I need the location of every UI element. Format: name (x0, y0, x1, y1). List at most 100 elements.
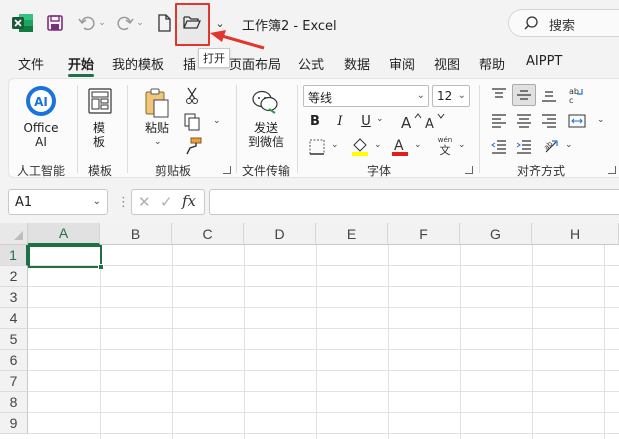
new-file-icon[interactable] (153, 12, 175, 34)
paste-dropdown-icon[interactable]: ⌄ (154, 137, 162, 147)
svg-text:ab: ab (569, 87, 579, 96)
grid-hline (28, 370, 619, 371)
copy-icon[interactable] (184, 113, 200, 131)
worksheet-grid[interactable]: ABCDEFGH 123456789 (0, 223, 619, 439)
tab-insert[interactable]: 插 (183, 54, 196, 73)
office-ai-button[interactable]: Office AI (23, 121, 59, 149)
increase-indent-icon[interactable] (514, 137, 534, 157)
row-header[interactable]: 6 (0, 350, 28, 371)
save-icon[interactable] (44, 12, 66, 34)
open-folder-icon[interactable] (181, 11, 203, 33)
tab-review[interactable]: 审阅 (389, 54, 415, 73)
font-launcher-icon[interactable] (465, 166, 473, 174)
align-top-icon[interactable] (489, 85, 509, 105)
more-options-icon[interactable]: ⋮ (117, 195, 130, 210)
row-header[interactable]: 4 (0, 308, 28, 329)
align-launcher-icon[interactable] (608, 166, 616, 174)
phonetic-dropdown-icon[interactable]: ⌄ (458, 140, 466, 150)
column-header[interactable]: D (244, 223, 316, 245)
tab-view[interactable]: 视图 (434, 54, 460, 73)
template-icon[interactable] (87, 87, 113, 115)
undo-icon[interactable] (76, 12, 98, 34)
tab-home[interactable]: 开始 (68, 54, 94, 73)
row-header[interactable]: 9 (0, 413, 28, 434)
fill-color-icon[interactable] (350, 135, 370, 157)
grid-hline (28, 433, 619, 434)
borders-dropdown-icon[interactable]: ⌄ (331, 140, 339, 150)
column-header[interactable]: H (532, 223, 619, 245)
grid-vline (244, 245, 245, 439)
format-painter-icon[interactable] (184, 137, 202, 155)
undo-dropdown-icon[interactable]: ⌄ (96, 12, 108, 34)
column-header[interactable]: E (316, 223, 388, 245)
column-header[interactable]: F (388, 223, 460, 245)
tab-data[interactable]: 数据 (344, 54, 370, 73)
decrease-font-size-icon[interactable]: A (424, 111, 446, 131)
font-name-select[interactable]: 等线 ⌄ (303, 85, 429, 107)
row-header[interactable]: 2 (0, 266, 28, 287)
formula-input[interactable] (209, 189, 619, 215)
tab-aippt[interactable]: AIPPT (526, 54, 562, 69)
row-header[interactable]: 1 (0, 245, 28, 266)
copy-dropdown-icon[interactable]: ⌄ (213, 116, 221, 126)
name-box[interactable]: A1 ⌄ (8, 189, 108, 215)
bold-button[interactable]: B (306, 111, 324, 131)
column-header[interactable]: G (460, 223, 532, 245)
paste-icon[interactable] (143, 87, 171, 119)
confirm-icon[interactable]: ✓ (160, 193, 173, 211)
decrease-indent-icon[interactable] (489, 137, 509, 157)
redo-dropdown-icon[interactable]: ⌄ (134, 12, 146, 34)
font-color-dropdown-icon[interactable]: ⌄ (414, 140, 422, 150)
template-label-1: 模 (92, 121, 105, 135)
column-header[interactable]: C (172, 223, 244, 245)
align-center-icon[interactable] (514, 111, 534, 131)
ribbon: AI Office AI 人工智能 模 板 模板 粘贴 ⌄ ⌄ 剪贴板 发送 到… (8, 78, 619, 178)
align-bottom-icon[interactable] (539, 85, 559, 105)
fill-color-dropdown-icon[interactable]: ⌄ (374, 140, 382, 150)
underline-dropdown-icon[interactable]: ⌄ (376, 114, 384, 124)
font-size-select[interactable]: 12 ⌄ (432, 85, 470, 107)
select-all-corner[interactable] (0, 223, 28, 245)
cut-icon[interactable] (184, 87, 200, 105)
active-cell[interactable] (28, 245, 102, 268)
template-button[interactable]: 模 板 (89, 121, 109, 149)
cancel-icon[interactable]: ✕ (138, 193, 151, 211)
row-header[interactable]: 5 (0, 329, 28, 350)
clipboard-launcher-icon[interactable] (223, 166, 231, 174)
fill-handle[interactable] (98, 264, 104, 270)
orientation-dropdown-icon[interactable]: ⌄ (565, 140, 573, 150)
office-ai-label-1: Office (23, 121, 59, 135)
orientation-icon[interactable]: ab (541, 135, 563, 157)
send-to-wechat-button[interactable]: 发送 到微信 (246, 121, 286, 149)
tab-file[interactable]: 文件 (18, 54, 44, 73)
column-header[interactable]: A (28, 223, 100, 245)
tab-my-templates[interactable]: 我的模板 (112, 54, 164, 73)
insert-function-button[interactable]: fx (182, 192, 196, 210)
wechat-send-icon[interactable] (251, 89, 279, 115)
column-header[interactable]: B (100, 223, 172, 245)
office-ai-icon[interactable]: AI (25, 85, 57, 117)
wrap-text-icon[interactable]: ab c (566, 84, 588, 106)
merge-dropdown-icon[interactable]: ⌄ (597, 115, 605, 125)
tab-formulas[interactable]: 公式 (298, 54, 324, 73)
search-input[interactable]: 搜索 (508, 9, 619, 37)
align-middle-icon[interactable] (512, 84, 536, 106)
underline-button[interactable]: U (357, 111, 375, 131)
tab-help[interactable]: 帮助 (479, 54, 505, 73)
row-header[interactable]: 8 (0, 392, 28, 413)
paste-button[interactable]: 粘贴 (144, 121, 170, 135)
borders-icon[interactable] (307, 137, 327, 157)
tab-page-layout[interactable]: 页面布局 (229, 54, 281, 73)
svg-text:c: c (569, 96, 573, 105)
row-header[interactable]: 7 (0, 371, 28, 392)
merge-center-icon[interactable] (566, 111, 588, 131)
increase-font-size-icon[interactable]: A (400, 111, 422, 131)
italic-button[interactable]: I (331, 111, 349, 131)
row-header[interactable]: 3 (0, 287, 28, 308)
phonetic-guide-icon[interactable]: wén 文 (434, 135, 456, 157)
grid-hline (28, 265, 619, 266)
redo-icon[interactable] (114, 12, 136, 34)
align-left-icon[interactable] (489, 111, 509, 131)
align-right-icon[interactable] (539, 111, 559, 131)
font-color-icon[interactable]: A (390, 135, 410, 157)
